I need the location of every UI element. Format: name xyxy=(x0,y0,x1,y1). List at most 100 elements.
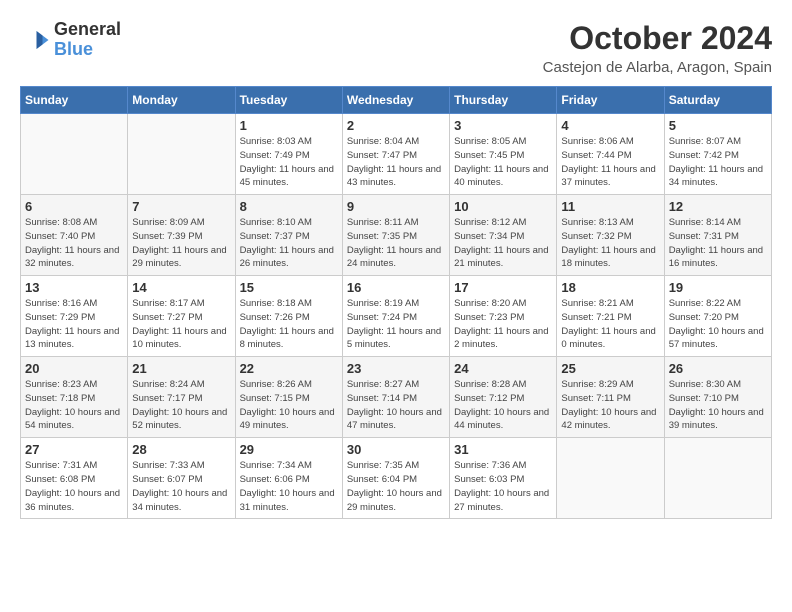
day-number: 22 xyxy=(240,361,338,376)
calendar-day-cell: 4 Sunrise: 8:06 AM Sunset: 7:44 PM Daylig… xyxy=(557,114,664,195)
calendar-day-cell: 6 Sunrise: 8:08 AM Sunset: 7:40 PM Daylig… xyxy=(21,195,128,276)
calendar-day-cell xyxy=(664,438,771,519)
day-info: Sunrise: 8:26 AM Sunset: 7:15 PM Dayligh… xyxy=(240,378,338,433)
calendar-header: SundayMondayTuesdayWednesdayThursdayFrid… xyxy=(21,87,772,114)
day-number: 8 xyxy=(240,199,338,214)
day-number: 29 xyxy=(240,442,338,457)
day-number: 5 xyxy=(669,118,767,133)
day-info: Sunrise: 8:22 AM Sunset: 7:20 PM Dayligh… xyxy=(669,297,767,352)
calendar-day-cell: 12 Sunrise: 8:14 AM Sunset: 7:31 PM Dayli… xyxy=(664,195,771,276)
day-info: Sunrise: 8:14 AM Sunset: 7:31 PM Dayligh… xyxy=(669,216,767,271)
calendar-week-row: 1Sunrise: 8:03 AM Sunset: 7:49 PM Daylig… xyxy=(21,114,772,195)
day-number: 10 xyxy=(454,199,552,214)
day-info: Sunrise: 8:07 AM Sunset: 7:42 PM Dayligh… xyxy=(669,135,767,190)
day-number: 9 xyxy=(347,199,445,214)
day-info: Sunrise: 7:35 AM Sunset: 6:04 PM Dayligh… xyxy=(347,459,445,514)
calendar-week-row: 13 Sunrise: 8:16 AM Sunset: 7:29 PM Dayli… xyxy=(21,276,772,357)
calendar-day-cell: 28 Sunrise: 7:33 AM Sunset: 6:07 PM Dayli… xyxy=(128,438,235,519)
day-number: 11 xyxy=(561,199,659,214)
calendar-day-cell: 13 Sunrise: 8:16 AM Sunset: 7:29 PM Dayli… xyxy=(21,276,128,357)
calendar-day-cell: 8Sunrise: 8:10 AM Sunset: 7:37 PM Daylig… xyxy=(235,195,342,276)
day-number: 3 xyxy=(454,118,552,133)
day-info: Sunrise: 7:34 AM Sunset: 6:06 PM Dayligh… xyxy=(240,459,338,514)
day-info: Sunrise: 7:36 AM Sunset: 6:03 PM Dayligh… xyxy=(454,459,552,514)
calendar-day-cell: 3 Sunrise: 8:05 AM Sunset: 7:45 PM Daylig… xyxy=(450,114,557,195)
title-block: October 2024 Castejon de Alarba, Aragon,… xyxy=(543,20,772,76)
day-info: Sunrise: 7:33 AM Sunset: 6:07 PM Dayligh… xyxy=(132,459,230,514)
weekday-header: Monday xyxy=(128,87,235,114)
calendar-day-cell: 21 Sunrise: 8:24 AM Sunset: 7:17 PM Dayli… xyxy=(128,357,235,438)
calendar-day-cell xyxy=(128,114,235,195)
day-info: Sunrise: 8:21 AM Sunset: 7:21 PM Dayligh… xyxy=(561,297,659,352)
day-info: Sunrise: 8:24 AM Sunset: 7:17 PM Dayligh… xyxy=(132,378,230,433)
calendar-week-row: 6 Sunrise: 8:08 AM Sunset: 7:40 PM Daylig… xyxy=(21,195,772,276)
day-number: 2 xyxy=(347,118,445,133)
day-info: Sunrise: 8:29 AM Sunset: 7:11 PM Dayligh… xyxy=(561,378,659,433)
day-info: Sunrise: 8:19 AM Sunset: 7:24 PM Dayligh… xyxy=(347,297,445,352)
weekday-header: Sunday xyxy=(21,87,128,114)
day-info: Sunrise: 8:06 AM Sunset: 7:44 PM Dayligh… xyxy=(561,135,659,190)
calendar-day-cell xyxy=(557,438,664,519)
day-info: Sunrise: 8:18 AM Sunset: 7:26 PM Dayligh… xyxy=(240,297,338,352)
calendar-day-cell: 2 Sunrise: 8:04 AM Sunset: 7:47 PM Daylig… xyxy=(342,114,449,195)
calendar-day-cell: 31 Sunrise: 7:36 AM Sunset: 6:03 PM Dayli… xyxy=(450,438,557,519)
day-number: 30 xyxy=(347,442,445,457)
day-info: Sunrise: 8:28 AM Sunset: 7:12 PM Dayligh… xyxy=(454,378,552,433)
day-number: 19 xyxy=(669,280,767,295)
calendar-day-cell: 10Sunrise: 8:12 AM Sunset: 7:34 PM Dayli… xyxy=(450,195,557,276)
day-info: Sunrise: 8:08 AM Sunset: 7:40 PM Dayligh… xyxy=(25,216,123,271)
calendar-day-cell: 7 Sunrise: 8:09 AM Sunset: 7:39 PM Daylig… xyxy=(128,195,235,276)
location: Castejon de Alarba, Aragon, Spain xyxy=(543,59,772,76)
calendar-day-cell: 27Sunrise: 7:31 AM Sunset: 6:08 PM Dayli… xyxy=(21,438,128,519)
day-info: Sunrise: 8:16 AM Sunset: 7:29 PM Dayligh… xyxy=(25,297,123,352)
logo-text: General Blue xyxy=(54,20,121,60)
day-number: 25 xyxy=(561,361,659,376)
month-title: October 2024 xyxy=(543,20,772,57)
calendar-day-cell: 14Sunrise: 8:17 AM Sunset: 7:27 PM Dayli… xyxy=(128,276,235,357)
day-number: 1 xyxy=(240,118,338,133)
day-number: 28 xyxy=(132,442,230,457)
day-number: 21 xyxy=(132,361,230,376)
day-number: 31 xyxy=(454,442,552,457)
page-header: General Blue October 2024 Castejon de Al… xyxy=(20,20,772,76)
day-number: 12 xyxy=(669,199,767,214)
weekday-header: Thursday xyxy=(450,87,557,114)
weekday-header: Tuesday xyxy=(235,87,342,114)
day-info: Sunrise: 8:11 AM Sunset: 7:35 PM Dayligh… xyxy=(347,216,445,271)
calendar-day-cell: 29 Sunrise: 7:34 AM Sunset: 6:06 PM Dayli… xyxy=(235,438,342,519)
calendar-day-cell: 9 Sunrise: 8:11 AM Sunset: 7:35 PM Daylig… xyxy=(342,195,449,276)
day-info: Sunrise: 8:27 AM Sunset: 7:14 PM Dayligh… xyxy=(347,378,445,433)
day-number: 7 xyxy=(132,199,230,214)
calendar-day-cell: 15 Sunrise: 8:18 AM Sunset: 7:26 PM Dayli… xyxy=(235,276,342,357)
day-number: 13 xyxy=(25,280,123,295)
day-info: Sunrise: 8:05 AM Sunset: 7:45 PM Dayligh… xyxy=(454,135,552,190)
day-number: 23 xyxy=(347,361,445,376)
day-number: 20 xyxy=(25,361,123,376)
calendar-week-row: 27Sunrise: 7:31 AM Sunset: 6:08 PM Dayli… xyxy=(21,438,772,519)
logo: General Blue xyxy=(20,20,121,60)
day-number: 4 xyxy=(561,118,659,133)
weekday-row: SundayMondayTuesdayWednesdayThursdayFrid… xyxy=(21,87,772,114)
calendar-day-cell: 17 Sunrise: 8:20 AM Sunset: 7:23 PM Dayli… xyxy=(450,276,557,357)
calendar-day-cell: 26Sunrise: 8:30 AM Sunset: 7:10 PM Dayli… xyxy=(664,357,771,438)
weekday-header: Saturday xyxy=(664,87,771,114)
day-info: Sunrise: 8:09 AM Sunset: 7:39 PM Dayligh… xyxy=(132,216,230,271)
calendar-day-cell: 11 Sunrise: 8:13 AM Sunset: 7:32 PM Dayli… xyxy=(557,195,664,276)
day-info: Sunrise: 8:30 AM Sunset: 7:10 PM Dayligh… xyxy=(669,378,767,433)
day-number: 6 xyxy=(25,199,123,214)
weekday-header: Wednesday xyxy=(342,87,449,114)
day-number: 14 xyxy=(132,280,230,295)
day-number: 17 xyxy=(454,280,552,295)
calendar-day-cell: 18Sunrise: 8:21 AM Sunset: 7:21 PM Dayli… xyxy=(557,276,664,357)
day-number: 16 xyxy=(347,280,445,295)
day-info: Sunrise: 8:13 AM Sunset: 7:32 PM Dayligh… xyxy=(561,216,659,271)
calendar-day-cell: 30 Sunrise: 7:35 AM Sunset: 6:04 PM Dayli… xyxy=(342,438,449,519)
day-info: Sunrise: 8:23 AM Sunset: 7:18 PM Dayligh… xyxy=(25,378,123,433)
logo-icon xyxy=(20,25,50,55)
calendar-day-cell: 23 Sunrise: 8:27 AM Sunset: 7:14 PM Dayli… xyxy=(342,357,449,438)
day-number: 15 xyxy=(240,280,338,295)
day-info: Sunrise: 8:20 AM Sunset: 7:23 PM Dayligh… xyxy=(454,297,552,352)
day-info: Sunrise: 8:04 AM Sunset: 7:47 PM Dayligh… xyxy=(347,135,445,190)
day-info: Sunrise: 7:31 AM Sunset: 6:08 PM Dayligh… xyxy=(25,459,123,514)
day-number: 24 xyxy=(454,361,552,376)
